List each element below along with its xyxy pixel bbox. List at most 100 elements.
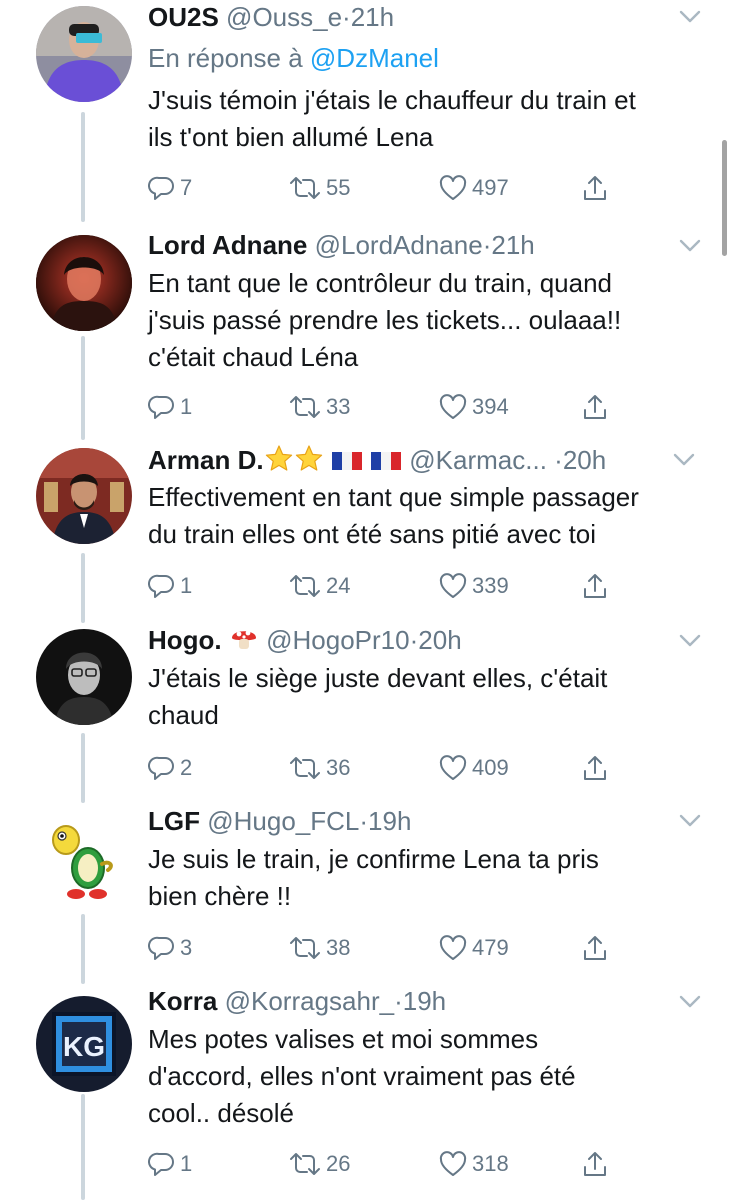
retweet-button[interactable]: 24 — [288, 568, 350, 604]
share-icon — [584, 1152, 606, 1176]
avatar-image — [36, 448, 132, 544]
avatar[interactable]: KG — [36, 996, 132, 1092]
chevron-down-icon[interactable] — [673, 453, 695, 467]
mention-link[interactable]: @DzManel — [310, 43, 439, 73]
display-name[interactable]: Lord Adnane — [148, 230, 307, 260]
avatar[interactable] — [36, 235, 132, 331]
like-button[interactable]: 497 — [438, 170, 509, 206]
display-name[interactable]: LGF — [148, 806, 200, 836]
tweet-text-line: Je suis le train, je confirme Lena ta pr… — [148, 844, 599, 874]
chevron-down-icon[interactable] — [679, 814, 701, 828]
retweet-button[interactable]: 26 — [288, 1146, 350, 1182]
display-name[interactable]: Arman D. — [148, 445, 264, 475]
tweet-text: En tant que le contrôleur du train, quan… — [148, 265, 713, 376]
tweet-text: Effectivement en tant que simple passage… — [148, 479, 713, 553]
chevron-down-icon[interactable] — [679, 634, 701, 648]
avatar[interactable] — [36, 810, 132, 906]
like-button[interactable]: 339 — [438, 568, 509, 604]
share-button[interactable] — [581, 389, 609, 425]
like-count: 409 — [472, 755, 509, 780]
reply-tweet[interactable]: Arman D. @Karmac... ·20h Effectivement e… — [0, 440, 731, 623]
reply-icon — [148, 574, 174, 598]
like-button[interactable]: 479 — [438, 930, 509, 966]
separator-dot: · — [342, 2, 351, 32]
timestamp[interactable]: 20h — [563, 445, 606, 475]
share-button[interactable] — [581, 170, 609, 206]
reply-tweet[interactable]: KG Korra @Korragsahr_·19h Mes potes vali… — [0, 984, 731, 1200]
avatar[interactable] — [36, 448, 132, 544]
reply-tweet[interactable]: LGF @Hugo_FCL·19h Je suis le train, je c… — [0, 803, 731, 984]
tweet-text: Je suis le train, je confirme Lena ta pr… — [148, 841, 713, 915]
avatar[interactable] — [36, 629, 132, 725]
timestamp[interactable]: 19h — [368, 806, 411, 836]
avatar-image: KG — [36, 996, 132, 1092]
like-button[interactable]: 394 — [438, 389, 509, 425]
like-count: 339 — [472, 573, 509, 598]
user-handle[interactable]: @Korragsahr_ — [225, 986, 394, 1016]
like-icon — [439, 175, 467, 200]
reply-button[interactable]: 1 — [148, 1146, 192, 1182]
share-button[interactable] — [581, 1146, 609, 1182]
chevron-down-icon[interactable] — [679, 995, 701, 1009]
avatar[interactable] — [36, 6, 132, 102]
like-button[interactable]: 318 — [438, 1146, 509, 1182]
tweet-text-line: Mes potes valises et moi sommes — [148, 1024, 539, 1054]
retweet-button[interactable]: 36 — [288, 750, 350, 786]
avatar-image — [36, 235, 132, 331]
retweet-count: 26 — [326, 1151, 351, 1176]
tweet-text-line: J'suis témoin j'étais le chauffeur du tr… — [148, 85, 636, 115]
user-handle[interactable]: @HogoPr10 — [266, 625, 409, 655]
retweet-count: 33 — [326, 394, 351, 419]
user-handle[interactable]: @LordAdnane — [315, 230, 483, 260]
tweet-text-line: En tant que le contrôleur du train, quan… — [148, 268, 612, 298]
reply-button[interactable]: 1 — [148, 568, 192, 604]
reply-button[interactable]: 2 — [148, 750, 192, 786]
tweet-actions: 1 24 339 — [148, 568, 618, 604]
scrollbar[interactable] — [722, 140, 727, 256]
tweet-actions: 3 38 479 — [148, 930, 618, 966]
share-button[interactable] — [581, 568, 609, 604]
french-flag-emoji — [371, 452, 402, 470]
share-icon — [584, 395, 606, 419]
retweet-button[interactable]: 38 — [288, 930, 350, 966]
user-handle[interactable]: @Ouss_e — [226, 2, 342, 32]
display-name[interactable]: Hogo. — [148, 625, 222, 655]
display-name[interactable]: OU2S — [148, 2, 219, 32]
tweet-actions: 1 26 318 — [148, 1146, 618, 1182]
chevron-down-icon[interactable] — [679, 239, 701, 253]
retweet-button[interactable]: 55 — [288, 170, 350, 206]
reply-button[interactable]: 1 — [148, 389, 192, 425]
timestamp[interactable]: 19h — [403, 986, 446, 1016]
timestamp[interactable]: 20h — [418, 625, 461, 655]
share-icon — [584, 936, 606, 960]
reply-icon — [148, 395, 174, 419]
share-button[interactable] — [581, 930, 609, 966]
tweet-actions: 7 55 497 — [148, 170, 618, 206]
reply-tweet[interactable]: Lord Adnane @LordAdnane·21h En tant que … — [0, 222, 731, 440]
display-name[interactable]: Korra — [148, 986, 217, 1016]
user-handle[interactable]: @Karmac... — [409, 445, 547, 475]
reply-button[interactable]: 3 — [148, 930, 192, 966]
tweet-text-line: J'étais le siège juste devant elles, c'é… — [148, 663, 608, 693]
avatar-image — [36, 629, 132, 725]
retweet-button[interactable]: 33 — [288, 389, 350, 425]
reply-button[interactable]: 7 — [148, 170, 192, 206]
reply-count: 1 — [180, 394, 193, 419]
user-handle[interactable]: @Hugo_FCL — [207, 806, 359, 836]
timestamp[interactable]: 21h — [351, 2, 394, 32]
share-button[interactable] — [581, 750, 609, 786]
timestamp[interactable]: 21h — [491, 230, 534, 260]
like-count: 318 — [472, 1151, 509, 1176]
share-icon — [584, 574, 606, 598]
avatar-image — [36, 6, 132, 102]
reply-tweet[interactable]: OU2S @Ouss_e·21h En réponse à @DzManel J… — [0, 0, 731, 222]
reply-count: 3 — [180, 935, 193, 960]
tweet-header: Hogo. @HogoPr10·20h — [148, 623, 691, 657]
like-icon — [439, 935, 467, 960]
chevron-down-icon[interactable] — [679, 10, 701, 24]
reply-tweet[interactable]: Hogo. @HogoPr10·20h J'étais le siège jus… — [0, 623, 731, 803]
like-button[interactable]: 409 — [438, 750, 509, 786]
share-icon — [584, 756, 606, 780]
retweet-count: 24 — [326, 573, 351, 598]
star-emoji — [295, 445, 322, 471]
